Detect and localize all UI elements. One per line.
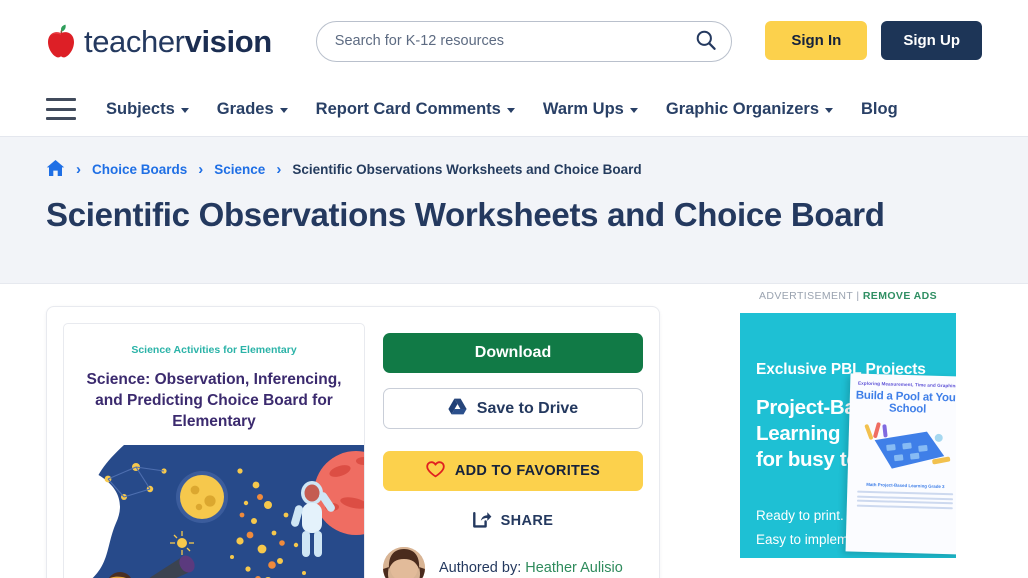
nav-item-subjects[interactable]: Subjects	[106, 100, 189, 119]
share-icon	[472, 511, 492, 532]
author-name-link[interactable]: Heather Aulisio	[525, 560, 623, 576]
add-to-favorites-button[interactable]: ADD TO FAVORITES	[383, 450, 643, 492]
nav-item-warm-ups[interactable]: Warm Ups	[543, 100, 638, 119]
resource-preview-card: Science Activities for Elementary Scienc…	[46, 306, 660, 578]
hamburger-bar	[46, 98, 76, 101]
hamburger-bar	[46, 117, 76, 120]
ad-headline-line2: Learning	[756, 422, 841, 446]
resource-thumbnail[interactable]: Science Activities for Elementary Scienc…	[63, 323, 365, 578]
ad-subline-1: Ready to print.	[756, 508, 844, 523]
nav-item-report-card-comments[interactable]: Report Card Comments	[316, 100, 515, 119]
apple-icon	[46, 24, 76, 58]
remove-ads-link[interactable]: REMOVE ADS	[863, 290, 937, 302]
breadcrumb-link-choice-boards[interactable]: Choice Boards	[92, 162, 187, 177]
author-label: Authored by: Heather Aulisio	[439, 560, 623, 576]
hamburger-bar	[46, 107, 76, 111]
ad-worksheet-preview: Exploring Measurement, Time and Graphing…	[845, 373, 956, 555]
thumbnail-title: Science: Observation, Inferencing, and P…	[86, 371, 342, 430]
share-label: SHARE	[500, 513, 554, 530]
nav-item-grades[interactable]: Grades	[217, 100, 288, 119]
hamburger-icon[interactable]	[46, 98, 76, 120]
advertisement-rail: ADVERTISEMENT | REMOVE ADS Exclusive PBL…	[714, 290, 982, 578]
search-bar[interactable]	[315, 20, 732, 62]
author-row: Authored by: Heather Aulisio	[383, 547, 643, 578]
author-avatar[interactable]	[383, 547, 425, 578]
chevron-down-icon	[506, 107, 515, 113]
ad-worksheet-line	[857, 490, 954, 496]
search-icon	[695, 29, 717, 54]
resource-actions: Download Save to Drive ADD TO FAVORITES …	[383, 323, 643, 578]
site-logo[interactable]: teachervision	[46, 24, 272, 58]
main-navigation: Subjects Grades Report Card Comments War…	[0, 82, 1028, 137]
search-button[interactable]	[693, 28, 719, 54]
logo-wordmark: teachervision	[84, 26, 272, 57]
nav-label: Subjects	[106, 99, 175, 118]
breadcrumb-separator: ›	[276, 161, 282, 178]
search-input[interactable]	[334, 33, 693, 49]
main-content: Science Activities for Elementary Scienc…	[0, 284, 1028, 578]
add-to-favorites-label: ADD TO FAVORITES	[454, 463, 601, 480]
nav-item-blog[interactable]: Blog	[861, 100, 898, 119]
ad-worksheet-image	[860, 420, 953, 477]
share-button[interactable]: SHARE	[383, 503, 643, 539]
nav-label: Report Card Comments	[315, 99, 501, 118]
ad-worksheet-title: Build a Pool at Your School	[855, 389, 956, 416]
save-to-drive-button[interactable]: Save to Drive	[383, 388, 643, 429]
advertisement-creative[interactable]: Exclusive PBL Projects Project-Based Lea…	[740, 313, 956, 558]
nav-label: Warm Ups	[542, 99, 624, 118]
ad-worksheet-line	[856, 504, 953, 510]
nav-label: Graphic Organizers	[665, 99, 819, 118]
sign-up-button[interactable]: Sign Up	[881, 21, 982, 60]
space-illustration	[64, 444, 364, 578]
advertisement-text: ADVERTISEMENT |	[758, 290, 860, 302]
nav-label: Blog	[861, 99, 898, 118]
breadcrumb-separator: ›	[198, 161, 204, 178]
nav-item-graphic-organizers[interactable]: Graphic Organizers	[666, 100, 833, 119]
heart-outline-icon	[426, 460, 445, 482]
chevron-down-icon	[825, 107, 833, 113]
breadcrumb-link-science[interactable]: Science	[214, 162, 265, 177]
site-header: teachervision Sign In Sign Up	[0, 0, 1028, 82]
ad-worksheet-line	[857, 495, 954, 501]
save-to-drive-label: Save to Drive	[476, 399, 579, 417]
download-button[interactable]: Download	[383, 333, 643, 374]
chevron-down-icon	[629, 107, 638, 113]
ad-worksheet-lines	[847, 486, 956, 510]
author-prefix: Authored by:	[439, 560, 522, 576]
logo-text-light: teacher	[84, 23, 185, 59]
google-drive-icon	[448, 398, 467, 420]
breadcrumb-current: Scientific Observations Worksheets and C…	[292, 162, 642, 177]
chevron-down-icon	[279, 107, 288, 113]
breadcrumb-separator: ›	[76, 161, 81, 178]
ad-worksheet-line	[856, 499, 953, 505]
breadcrumb: › Choice Boards › Science › Scientific O…	[46, 159, 982, 180]
breadcrumb-band: › Choice Boards › Science › Scientific O…	[0, 137, 1028, 284]
chevron-down-icon	[180, 107, 189, 113]
advertisement-label: ADVERTISEMENT | REMOVE ADS	[714, 290, 982, 302]
home-icon[interactable]	[46, 159, 65, 180]
nav-label: Grades	[216, 99, 274, 118]
page-title: Scientific Observations Worksheets and C…	[46, 196, 885, 233]
thumbnail-kicker: Science Activities for Elementary	[131, 344, 297, 356]
logo-text-bold: vision	[184, 23, 273, 59]
header-auth-actions: Sign In Sign Up	[765, 21, 982, 60]
sign-in-button[interactable]: Sign In	[765, 21, 868, 60]
